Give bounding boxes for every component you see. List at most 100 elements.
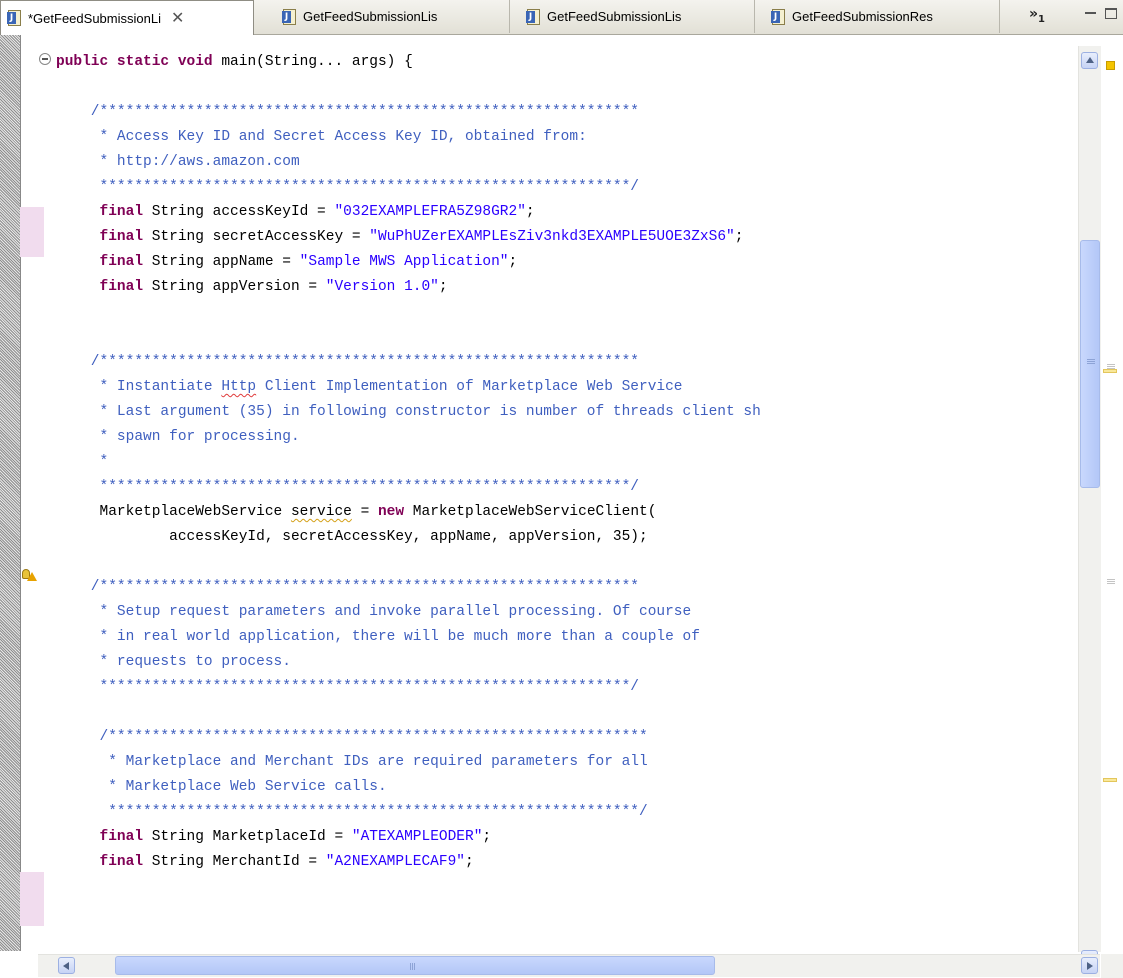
fold-collapse-icon[interactable] <box>39 53 51 65</box>
tab-getfeedsubmissionlist-3[interactable]: J GetFeedSubmissionLis <box>520 0 755 33</box>
code-line[interactable]: * Access Key ID and Secret Access Key ID… <box>56 125 587 150</box>
code-token: String secretAccessKey = <box>143 229 370 245</box>
quick-diff-change-marker <box>20 872 44 926</box>
warning-quickfix-icon[interactable] <box>22 567 37 581</box>
code-line[interactable]: * Instantiate Http Client Implementation… <box>56 375 683 400</box>
scroll-right-icon[interactable] <box>1081 957 1098 974</box>
overview-warning-mark[interactable] <box>1103 778 1117 782</box>
code-token: * Access Key ID and Secret Access Key ID… <box>56 129 587 145</box>
tab-label: GetFeedSubmissionLis <box>303 9 438 24</box>
code-token: = <box>351 504 378 520</box>
tab-label: GetFeedSubmissionRes <box>792 9 933 24</box>
code-token: MarketplaceWebServiceClient( <box>404 504 657 520</box>
code-token: accessKeyId, secretAccessKey, appName, a… <box>56 529 648 545</box>
code-token: main(String... args) { <box>212 54 413 70</box>
code-line[interactable]: accessKeyId, secretAccessKey, appName, a… <box>56 525 648 550</box>
code-line[interactable]: * Marketplace and Merchant IDs are requi… <box>56 750 648 775</box>
code-line[interactable]: * <box>56 450 109 475</box>
overview-warning-indicator[interactable] <box>1106 61 1115 70</box>
code-token: "Version 1.0" <box>325 279 439 295</box>
code-line[interactable]: ****************************************… <box>56 675 640 700</box>
tab-overflow-button[interactable]: »1 <box>1029 6 1045 25</box>
code-line[interactable]: final String appName = "Sample MWS Appli… <box>56 250 518 275</box>
code-token: ; <box>482 829 492 845</box>
code-token: * http://aws.amazon.com <box>56 154 300 170</box>
minimize-icon[interactable] <box>1084 7 1098 20</box>
code-line[interactable]: * http://aws.amazon.com <box>56 150 300 175</box>
code-line[interactable]: /***************************************… <box>56 100 639 125</box>
code-token: "A2NEXAMPLECAF9" <box>325 854 465 870</box>
code-token: * Last argument (35) in following constr… <box>56 404 761 420</box>
horizontal-scroll-thumb[interactable] <box>115 956 715 975</box>
code-line[interactable]: final String MarketplaceId = "ATEXAMPLEO… <box>56 825 492 850</box>
code-token: * in real world application, there will … <box>56 629 700 645</box>
code-token: Client Implementation of Marketplace Web… <box>256 379 683 395</box>
code-line[interactable]: * requests to process. <box>56 650 291 675</box>
code-line[interactable]: final String accessKeyId = "032EXAMPLEFR… <box>56 200 535 225</box>
code-line[interactable]: final String appVersion = "Version 1.0"; <box>56 275 448 300</box>
vertical-scroll-thumb[interactable] <box>1080 240 1100 488</box>
code-token: ; <box>438 279 448 295</box>
code-line[interactable]: * Marketplace Web Service calls. <box>56 775 387 800</box>
code-token: String MarketplaceId = <box>143 829 352 845</box>
code-line[interactable]: ****************************************… <box>56 800 648 825</box>
code-token: /***************************************… <box>56 104 639 120</box>
code-line[interactable]: MarketplaceWebService service = new Mark… <box>56 500 657 525</box>
code-token: ; <box>734 229 744 245</box>
code-token: String MerchantId = <box>143 854 326 870</box>
horizontal-scrollbar[interactable] <box>38 954 1100 977</box>
code-line[interactable]: * spawn for processing. <box>56 425 300 450</box>
code-token: ****************************************… <box>56 179 640 195</box>
code-editor[interactable]: public static void main(String... args) … <box>56 35 1078 951</box>
code-token: public static void <box>56 54 213 70</box>
code-line[interactable]: ****************************************… <box>56 175 640 200</box>
code-token: * requests to process. <box>56 654 291 670</box>
tab-getfeedsubmissionlist-2[interactable]: J GetFeedSubmissionLis <box>276 0 510 33</box>
code-line[interactable]: final String MerchantId = "A2NEXAMPLECAF… <box>56 850 474 875</box>
overview-warning-mark[interactable] <box>1103 369 1117 373</box>
tab-getfeedsubmissionresult[interactable]: J GetFeedSubmissionRes <box>765 0 1000 33</box>
code-token: ; <box>465 854 474 870</box>
ruler-hatch <box>0 35 21 951</box>
code-token: /***************************************… <box>56 354 639 370</box>
scroll-left-icon[interactable] <box>58 957 75 974</box>
code-line[interactable]: * Last argument (35) in following constr… <box>56 400 761 425</box>
code-token: "Sample MWS Application" <box>299 254 509 270</box>
scroll-up-icon[interactable] <box>1081 52 1098 69</box>
left-ruler <box>0 35 44 951</box>
tab-getfeedsubmissionlist-active[interactable]: J *GetFeedSubmissionLi ✕ <box>0 0 254 35</box>
editor-tab-bar: J *GetFeedSubmissionLi ✕ J GetFeedSubmis… <box>0 0 1123 35</box>
code-token: * Marketplace and Merchant IDs are requi… <box>56 754 648 770</box>
maximize-icon[interactable] <box>1104 7 1118 20</box>
code-line[interactable]: ****************************************… <box>56 475 640 500</box>
code-line[interactable]: * Setup request parameters and invoke pa… <box>56 600 692 625</box>
code-line[interactable]: final String secretAccessKey = "WuPhUZer… <box>56 225 744 250</box>
code-token: final <box>99 229 144 245</box>
code-token: /***************************************… <box>56 729 648 745</box>
overview-occurrence-mark[interactable] <box>1107 579 1115 585</box>
vertical-scrollbar[interactable] <box>1078 46 1101 967</box>
code-token: final <box>99 254 144 270</box>
code-token: new <box>377 504 405 520</box>
code-line[interactable]: /***************************************… <box>56 350 639 375</box>
close-tab-icon[interactable]: ✕ <box>171 8 184 28</box>
code-token: ****************************************… <box>56 479 640 495</box>
overflow-chevron-icon: » <box>1029 6 1039 22</box>
code-token: Http <box>221 379 257 395</box>
java-file-icon: J <box>526 8 542 25</box>
code-token: final <box>99 829 144 845</box>
code-token: ****************************************… <box>56 679 640 695</box>
code-token: ; <box>508 254 518 270</box>
code-token: * Marketplace Web Service calls. <box>56 779 387 795</box>
code-token: final <box>99 204 144 220</box>
code-token: service <box>290 504 352 520</box>
code-line[interactable]: public static void main(String... args) … <box>56 50 413 75</box>
code-line[interactable]: * in real world application, there will … <box>56 625 700 650</box>
code-line[interactable]: /***************************************… <box>56 725 648 750</box>
code-token: ; <box>525 204 535 220</box>
code-line[interactable]: /***************************************… <box>56 575 639 600</box>
